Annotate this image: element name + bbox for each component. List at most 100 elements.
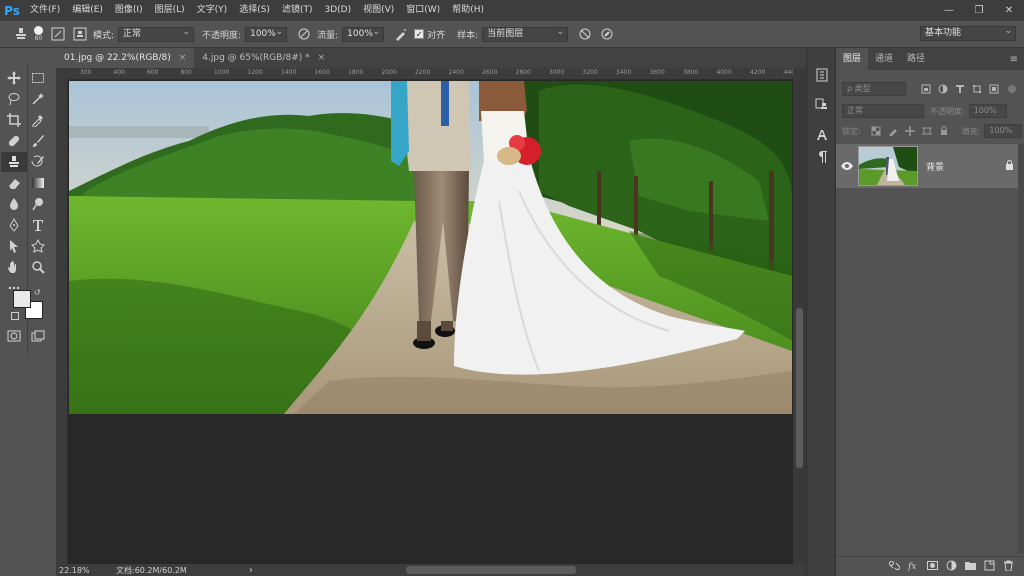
foreground-color-swatch[interactable] (13, 290, 31, 308)
eyedropper-tool-icon[interactable] (25, 110, 51, 130)
crop-tool-icon[interactable] (1, 110, 27, 130)
marquee-tool-icon[interactable] (25, 68, 51, 88)
filter-adjustment-icon[interactable] (937, 83, 949, 95)
eraser-tool-icon[interactable] (1, 173, 27, 193)
tab-layers[interactable]: 图层 (836, 48, 869, 70)
layer-opacity-field[interactable]: 100% (968, 104, 1007, 118)
layer-row-background[interactable]: 背景 (836, 144, 1024, 188)
menu-select[interactable]: 选择(S) (233, 0, 276, 21)
layer-style-icon[interactable]: fx (907, 560, 919, 574)
lock-all-icon[interactable] (938, 125, 950, 137)
zoom-tool-icon[interactable] (25, 257, 51, 277)
paragraph-panel-icon[interactable] (813, 148, 831, 166)
healing-brush-tool-icon[interactable] (1, 131, 27, 151)
clone-source-icon[interactable] (71, 25, 89, 43)
lock-transparent-icon[interactable] (870, 125, 882, 137)
sample-select[interactable]: 当前图层 (482, 26, 569, 42)
brush-tool-icon[interactable] (25, 131, 51, 151)
blend-mode-select[interactable]: 正常 (842, 104, 924, 118)
history-panel-icon[interactable] (813, 66, 831, 84)
menu-window[interactable]: 窗口(W) (400, 0, 446, 21)
image-canvas[interactable] (69, 81, 792, 414)
filter-toggle-icon[interactable] (1006, 83, 1018, 95)
opacity-field[interactable]: 100% (245, 26, 288, 42)
screen-mode-icon[interactable] (25, 326, 51, 346)
close-button[interactable]: ✕ (994, 0, 1024, 21)
ruler-origin[interactable] (56, 68, 68, 80)
lock-position-icon[interactable] (904, 125, 916, 137)
new-group-icon[interactable] (965, 560, 976, 574)
magic-wand-tool-icon[interactable] (25, 89, 51, 109)
menu-file[interactable]: 文件(F) (24, 0, 66, 21)
vertical-scroll-thumb[interactable] (796, 308, 803, 468)
adjustment-layer-icon[interactable] (946, 560, 957, 574)
dodge-tool-icon[interactable] (25, 194, 51, 214)
status-menu-arrow[interactable]: › (249, 565, 253, 576)
character-panel-icon[interactable] (813, 126, 831, 144)
tab-4-jpg[interactable]: 4.jpg @ 65%(RGB/8#) * × (194, 48, 333, 68)
filter-smart-object-icon[interactable] (988, 83, 1000, 95)
type-tool-icon[interactable] (25, 215, 51, 235)
menu-image[interactable]: 图像(I) (109, 0, 149, 21)
layer-kind-filter[interactable]: ρ 类型 (842, 82, 906, 96)
clone-source-panel-icon[interactable] (813, 96, 831, 114)
blur-tool-icon[interactable] (1, 194, 27, 214)
brush-panel-icon[interactable] (49, 25, 67, 43)
menu-type[interactable]: 文字(Y) (191, 0, 234, 21)
pressure-opacity-icon[interactable] (295, 25, 313, 43)
layer-lock-icon[interactable] (1005, 160, 1014, 173)
pen-tool-icon[interactable] (1, 215, 27, 235)
tab-channels[interactable]: 通道 (868, 48, 900, 70)
filter-pixel-icon[interactable] (920, 83, 932, 95)
lasso-tool-icon[interactable] (1, 89, 27, 109)
add-mask-icon[interactable] (927, 560, 938, 574)
swap-colors-icon[interactable]: ↺ (34, 288, 41, 297)
pressure-size-icon[interactable] (598, 25, 616, 43)
tab-close-icon[interactable]: × (318, 53, 326, 63)
visibility-eye-icon[interactable] (836, 162, 858, 170)
restore-button[interactable]: ❐ (964, 0, 994, 21)
layer-thumbnail[interactable] (858, 146, 918, 186)
move-tool-icon[interactable] (1, 68, 27, 88)
menu-layer[interactable]: 图层(L) (149, 0, 191, 21)
history-brush-tool-icon[interactable] (25, 152, 51, 172)
mode-select[interactable]: 正常 (118, 26, 195, 42)
workspace-select[interactable]: 基本功能 (920, 25, 1016, 41)
menu-3d[interactable]: 3D(D) (318, 0, 357, 21)
hand-tool-icon[interactable] (1, 257, 27, 277)
clone-stamp-preset-icon[interactable] (12, 25, 30, 43)
vertical-scrollbar[interactable] (793, 68, 806, 564)
custom-shape-tool-icon[interactable] (25, 236, 51, 256)
link-layers-icon[interactable] (888, 560, 901, 574)
filter-type-icon[interactable] (954, 83, 966, 95)
clone-stamp-tool-icon[interactable] (1, 152, 27, 172)
zoom-level[interactable]: 22.18% (56, 566, 108, 575)
menu-edit[interactable]: 编辑(E) (66, 0, 109, 21)
horizontal-scroll-thumb[interactable] (406, 566, 576, 574)
horizontal-ruler[interactable]: 300 400 600 800 1000 1200 1400 1600 1800 2000 2200… (68, 68, 793, 80)
menu-view[interactable]: 视图(V) (357, 0, 400, 21)
lock-pixels-icon[interactable] (887, 125, 899, 137)
fill-field[interactable]: 100% (984, 124, 1023, 138)
airbrush-icon[interactable] (392, 25, 410, 43)
quick-mask-icon[interactable] (1, 326, 27, 346)
lock-artboard-icon[interactable] (921, 125, 933, 137)
path-selection-tool-icon[interactable] (1, 236, 27, 256)
brush-preview[interactable]: 80 (34, 26, 43, 42)
delete-layer-icon[interactable] (1003, 560, 1014, 574)
default-colors-icon[interactable] (11, 312, 19, 320)
menu-filter[interactable]: 滤镜(T) (276, 0, 319, 21)
minimize-button[interactable]: — (934, 0, 964, 21)
panel-menu-icon[interactable]: ≡ (1010, 54, 1018, 65)
layers-panel-scrollbar[interactable] (1018, 144, 1024, 554)
tab-01-jpg[interactable]: 01.jpg @ 22.2%(RGB/8) × (56, 48, 195, 68)
new-layer-icon[interactable] (984, 560, 995, 574)
tab-close-icon[interactable]: × (179, 53, 187, 63)
menu-help[interactable]: 帮助(H) (446, 0, 490, 21)
gradient-tool-icon[interactable] (25, 173, 51, 193)
tab-paths[interactable]: 路径 (900, 48, 932, 70)
flow-field[interactable]: 100% (342, 26, 385, 42)
filter-shape-icon[interactable] (971, 83, 983, 95)
layer-name[interactable]: 背景 (926, 160, 944, 173)
vertical-ruler[interactable] (56, 80, 68, 564)
